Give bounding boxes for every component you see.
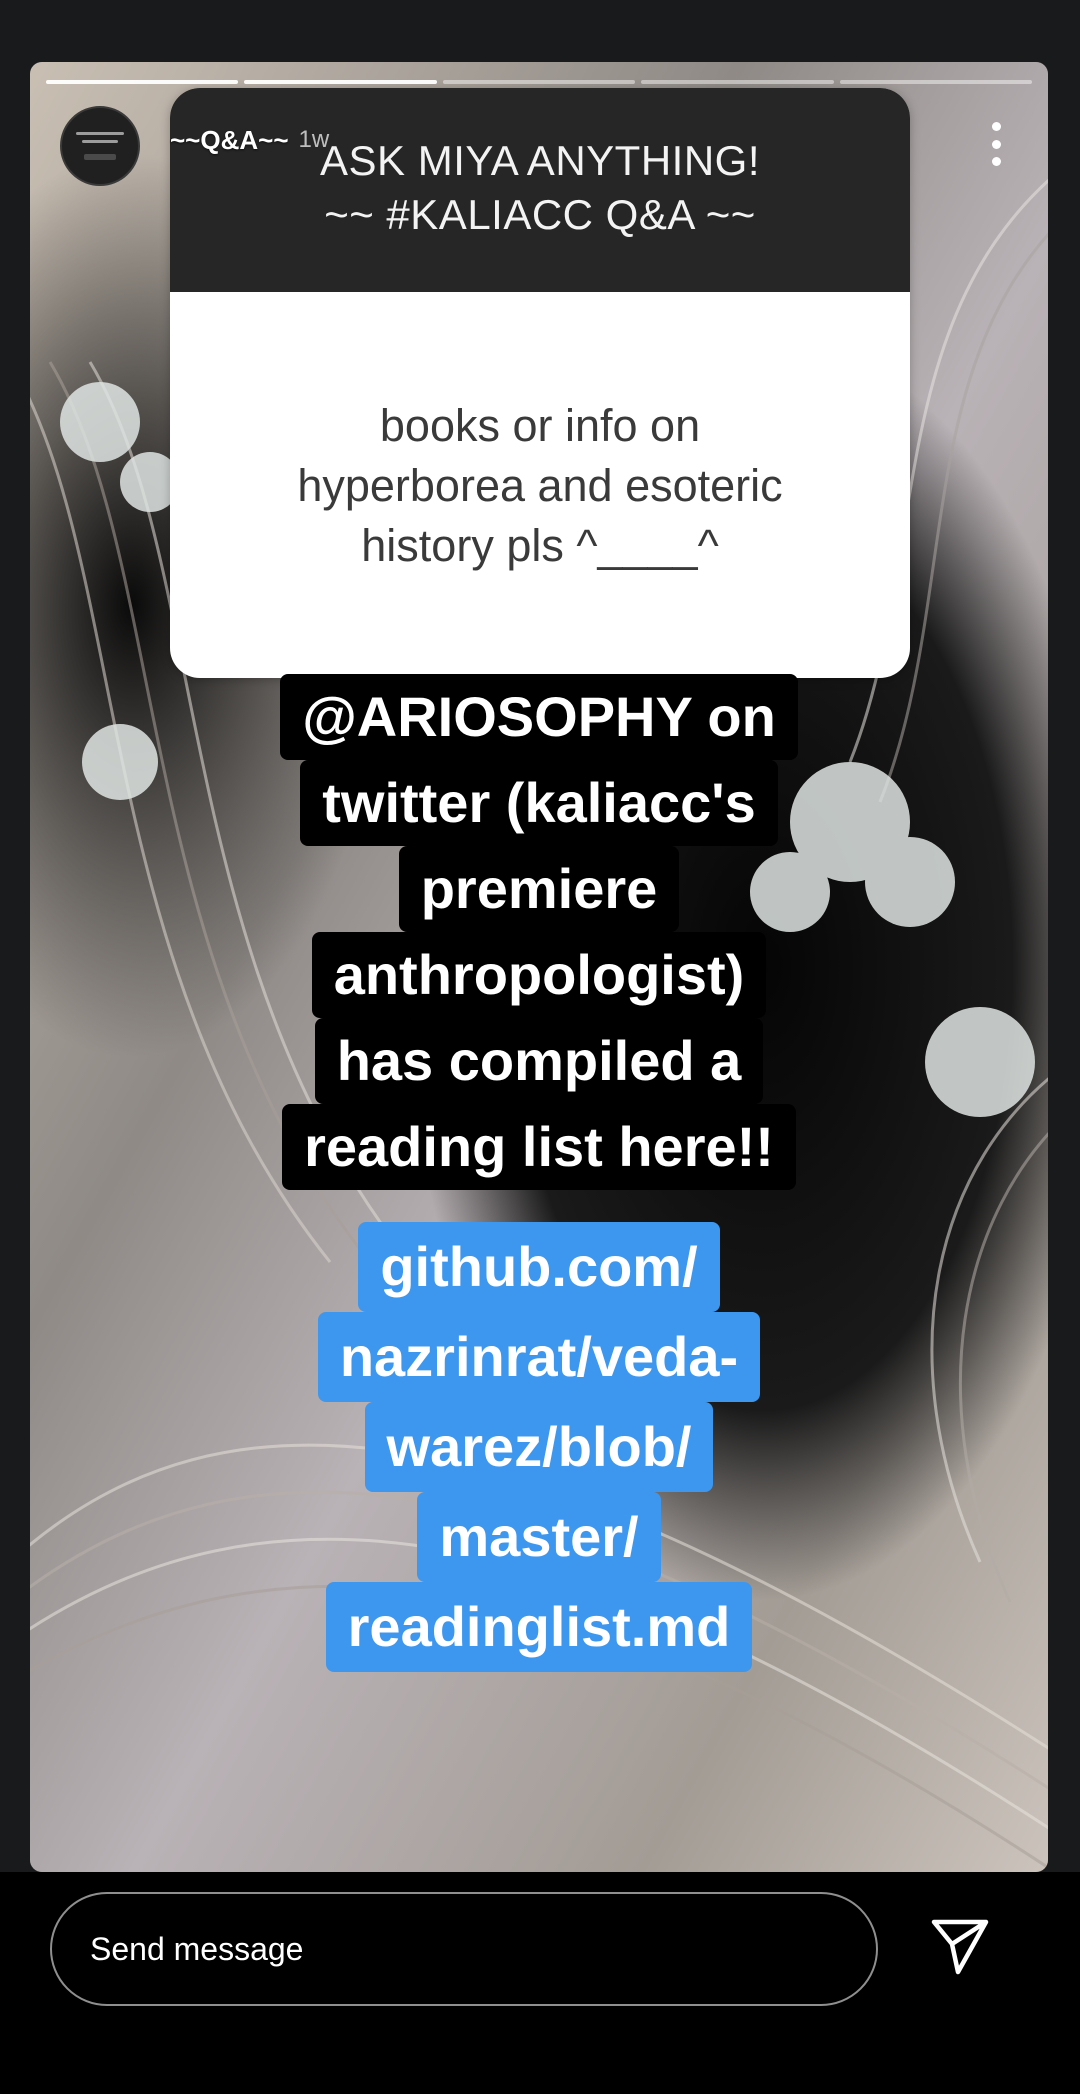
link-line: nazrinrat/veda-: [317, 1312, 761, 1402]
progress-segment: [46, 80, 239, 84]
answer-text-block: @ARIOSOPHY on twitter (kaliacc's premier…: [30, 674, 1048, 1190]
story-username[interactable]: ~~Q&A~~: [170, 125, 289, 156]
avatar[interactable]: [60, 106, 140, 186]
answer-line: anthropologist): [311, 932, 767, 1018]
question-line: history pls ^____^: [361, 520, 719, 571]
link-text-block: github.com/ nazrinrat/veda- warez/blob/ …: [30, 1222, 1048, 1672]
story-timestamp: 1w: [298, 126, 330, 153]
more-options-icon[interactable]: [990, 122, 1002, 166]
answer-line: @ARIOSOPHY on: [280, 674, 798, 760]
send-message-placeholder: Send message: [90, 1930, 304, 1967]
send-message-input[interactable]: Send message: [50, 1892, 878, 2006]
story-progress-bars: [46, 80, 1033, 84]
question-sticker-subtitle: ~~ #KALIACC Q&A ~~: [324, 191, 756, 238]
story-viewer[interactable]: ASK MIYA ANYTHING! ~~ #KALIACC Q&A ~~ bo…: [30, 62, 1048, 1872]
reply-bar: Send message: [0, 1872, 1080, 2094]
answer-line: premiere: [398, 846, 680, 932]
link-line: github.com/: [358, 1222, 720, 1312]
link-line: warez/blob/: [364, 1402, 714, 1492]
question-line: hyperborea and esoteric: [297, 460, 783, 511]
answer-line: has compiled a: [314, 1018, 764, 1104]
question-line: books or info on: [379, 400, 701, 451]
instagram-story-screen: ASK MIYA ANYTHING! ~~ #KALIACC Q&A ~~ bo…: [0, 0, 1080, 2094]
progress-segment: [442, 80, 636, 84]
answer-line: twitter (kaliacc's: [300, 760, 778, 846]
progress-segment: [641, 80, 834, 84]
question-sticker-question: books or info on hyperborea and esoteric…: [170, 292, 910, 576]
link-line: readinglist.md: [325, 1582, 753, 1672]
answer-line: reading list here!!: [282, 1104, 796, 1190]
link-line: master/: [417, 1492, 661, 1582]
story-header: ~~Q&A~~ 1w: [60, 106, 329, 186]
paper-plane-icon[interactable]: [928, 1914, 992, 1978]
progress-segment: [839, 80, 1033, 84]
progress-segment: [244, 80, 437, 84]
